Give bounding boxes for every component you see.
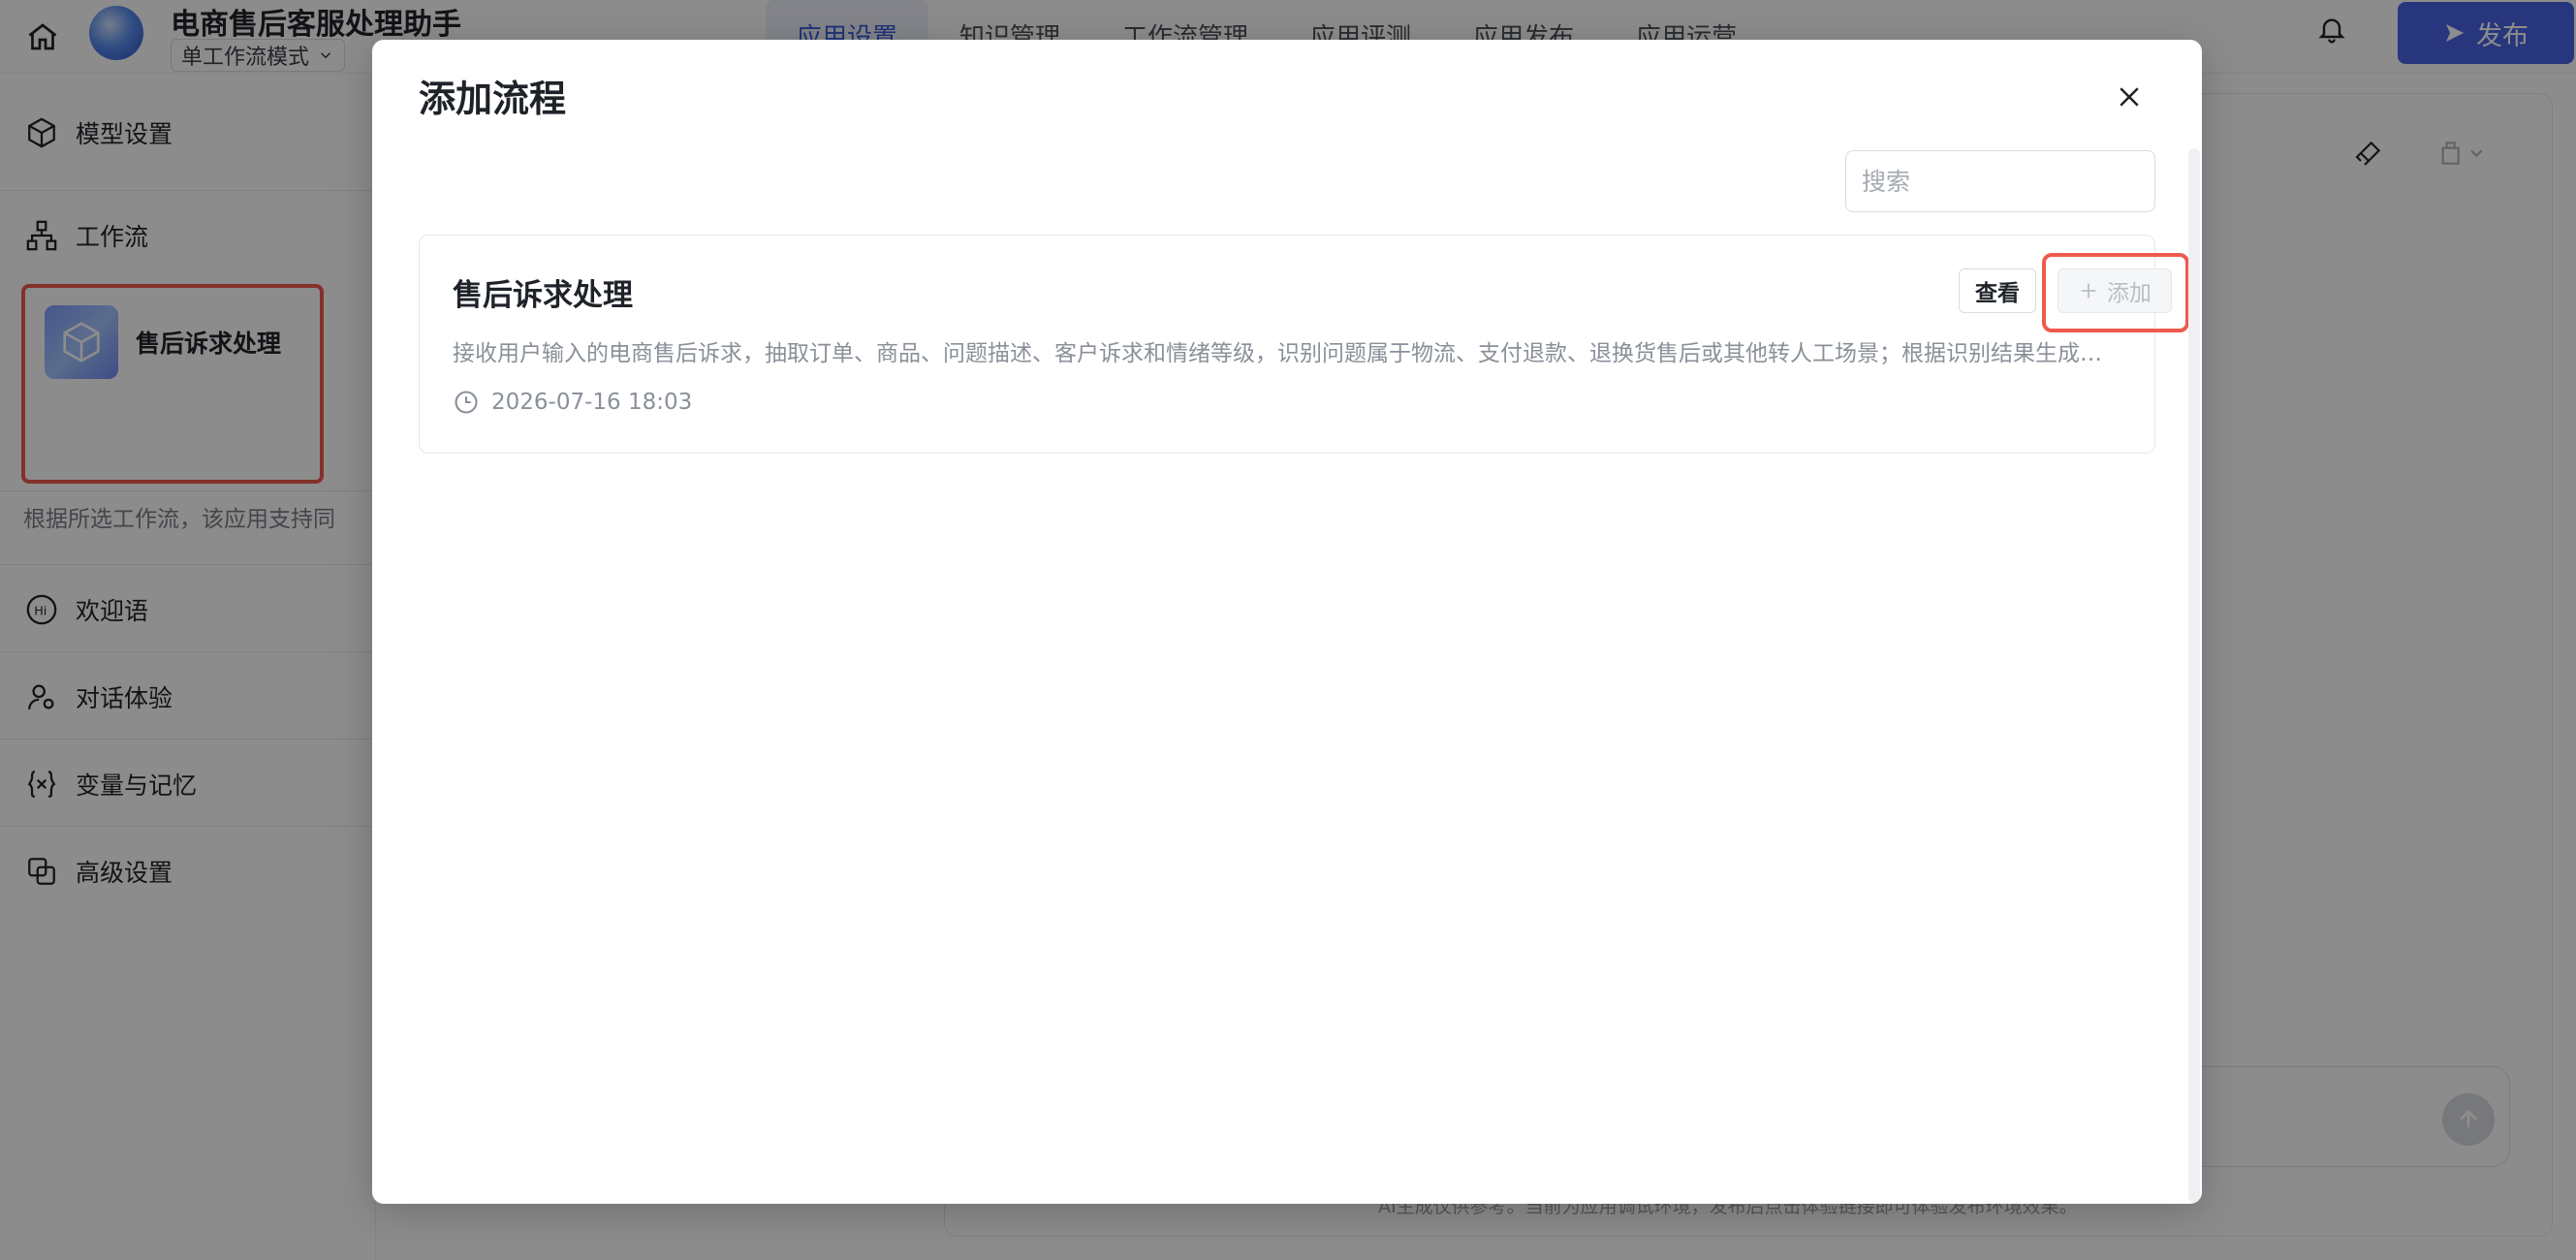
- flow-card: 售后诉求处理 查看 添加 接收用户输入的电商售后诉求，抽取订单、商品、问题描述、…: [419, 235, 2189, 454]
- add-flow-modal: 添加流程 售后诉求处理 查看 添加 接收用户输入的电商售后诉求，抽取订单、商品、…: [372, 40, 2202, 1204]
- close-icon: [2120, 87, 2139, 107]
- flow-timestamp: 2026-07-16 18:03: [453, 389, 692, 416]
- flow-description: 接收用户输入的电商售后诉求，抽取订单、商品、问题描述、客户诉求和情绪等级，识别问…: [453, 341, 2120, 366]
- flow-time-text: 2026-07-16 18:03: [491, 390, 693, 415]
- modal-scrollbar[interactable]: [2188, 148, 2200, 1203]
- view-button[interactable]: 查看: [1959, 268, 2036, 313]
- modal-title: 添加流程: [419, 78, 567, 120]
- search-input[interactable]: [1862, 167, 2169, 196]
- close-button[interactable]: [2105, 73, 2153, 121]
- search-box: [1845, 150, 2169, 212]
- flow-name: 售后诉求处理: [453, 278, 633, 313]
- clock-icon: [455, 391, 478, 414]
- highlight-box-add: [2042, 253, 2189, 332]
